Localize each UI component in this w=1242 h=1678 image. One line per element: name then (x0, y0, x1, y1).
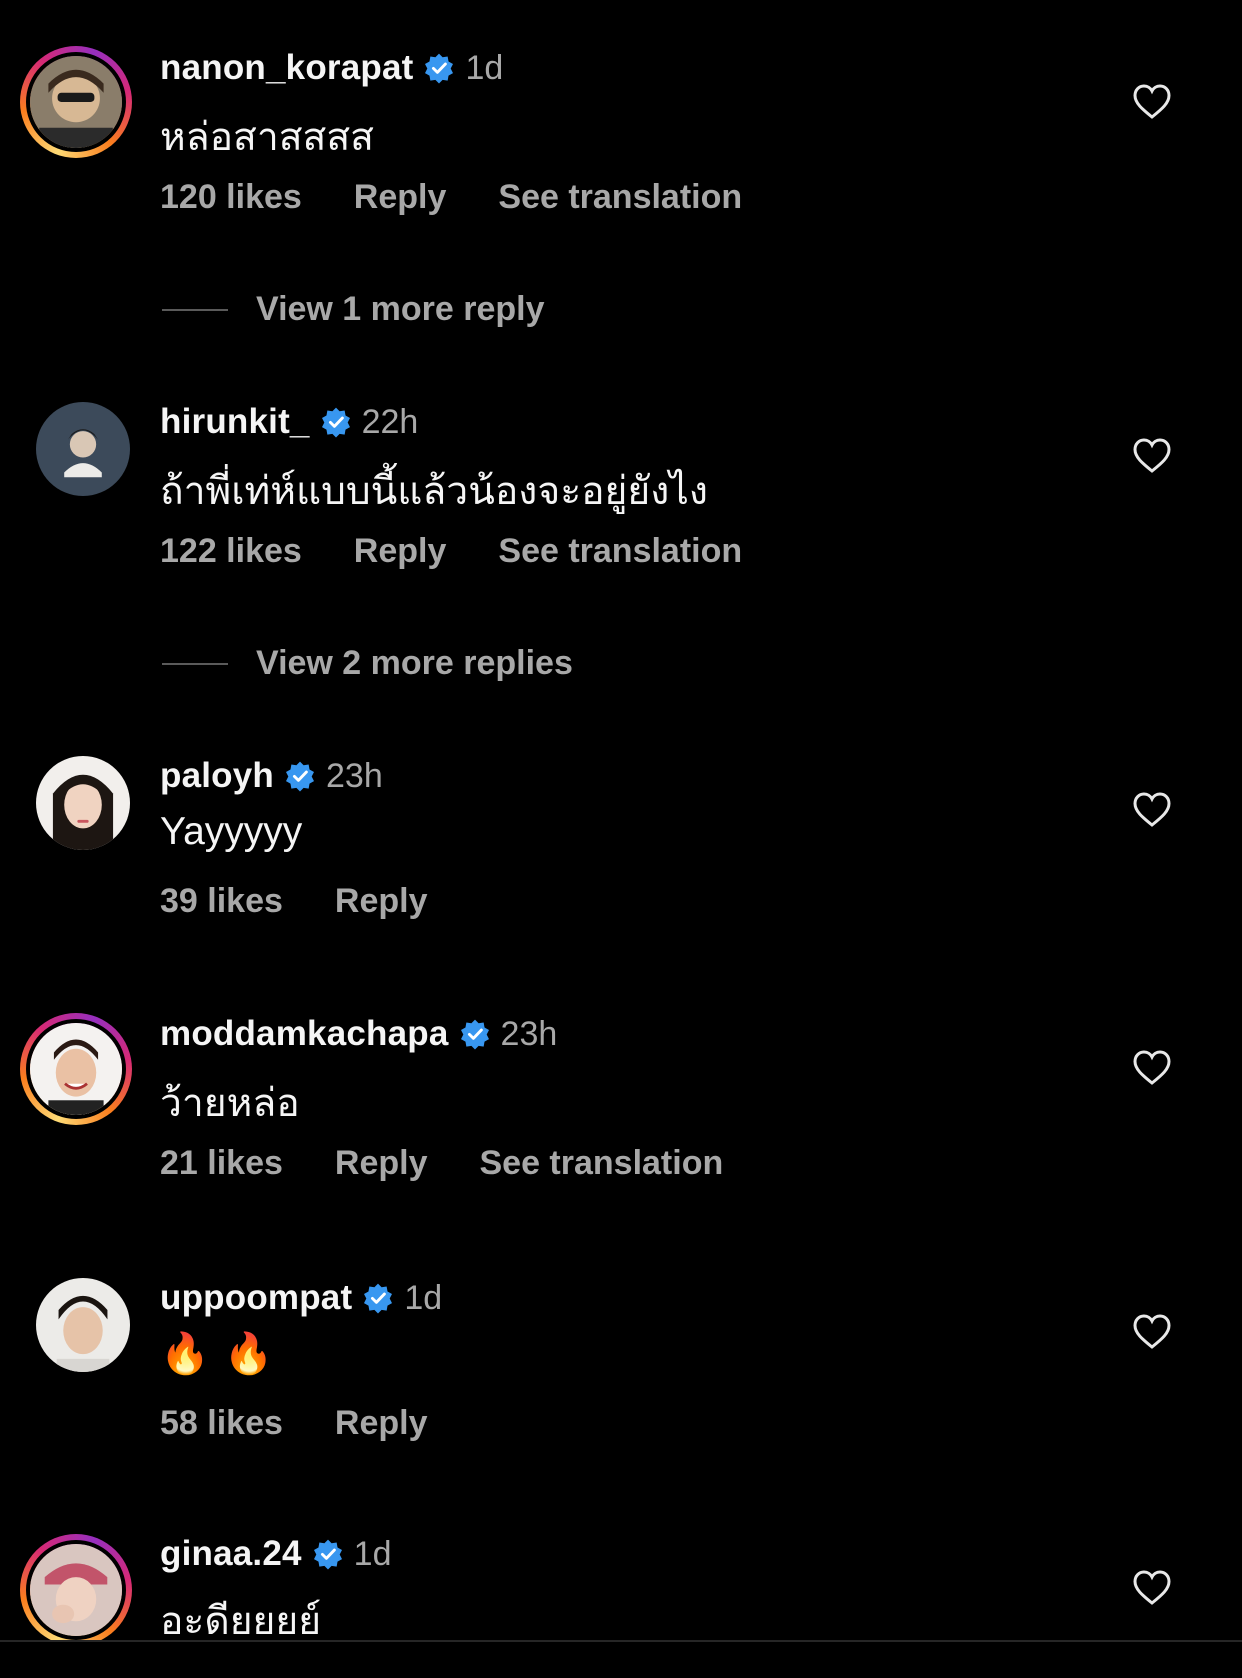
username[interactable]: moddamkachapa (160, 1014, 449, 1054)
divider-line (162, 662, 228, 665)
avatar-container[interactable] (20, 1262, 132, 1374)
verified-badge-icon (362, 1282, 394, 1314)
verified-badge-icon (320, 406, 352, 438)
verified-badge-icon (459, 1018, 491, 1050)
avatar (36, 402, 130, 496)
timestamp: 23h (326, 756, 383, 795)
divider-line (162, 308, 228, 311)
likes-count[interactable]: 21 likes (160, 1144, 283, 1183)
reply-button[interactable]: Reply (335, 1404, 428, 1443)
heart-icon[interactable] (1133, 792, 1171, 828)
avatar (36, 756, 130, 850)
avatar-story-ring[interactable] (20, 1534, 132, 1640)
avatar (26, 1540, 126, 1640)
likes-count[interactable]: 122 likes (160, 532, 302, 571)
view-more-replies[interactable]: View 1 more reply (162, 290, 545, 329)
heart-icon[interactable] (1133, 1570, 1171, 1606)
reply-button[interactable]: Reply (354, 532, 447, 571)
timestamp: 23h (500, 1014, 558, 1053)
view-more-replies-label[interactable]: View 2 more replies (256, 644, 573, 683)
avatar-container[interactable] (20, 386, 132, 498)
see-translation-button[interactable]: See translation (479, 1144, 723, 1183)
comment-text: ว้ายหล่อ (160, 1082, 300, 1125)
heart-icon[interactable] (1133, 1050, 1171, 1086)
username[interactable]: uppoompat (160, 1278, 352, 1318)
reply-button[interactable]: Reply (335, 1144, 428, 1183)
view-more-replies-label[interactable]: View 1 more reply (256, 290, 545, 329)
likes-count[interactable]: 58 likes (160, 1404, 283, 1443)
bottom-divider (0, 1640, 1242, 1642)
reply-button[interactable]: Reply (335, 882, 428, 921)
view-more-replies[interactable]: View 2 more replies (162, 644, 573, 683)
verified-badge-icon (312, 1538, 344, 1570)
avatar (36, 1278, 130, 1372)
comment-text: หล่อสาสสสส (160, 116, 374, 159)
verified-badge-icon (423, 52, 455, 84)
comment-text: 🔥🔥 (160, 1332, 288, 1376)
avatar-container[interactable] (20, 740, 132, 852)
heart-icon[interactable] (1133, 84, 1171, 120)
comment-text: ถ้าพี่เท่ห์แบบนี้แล้วน้องจะอยู่ยังไง (160, 470, 708, 513)
avatar-story-ring[interactable] (20, 1013, 132, 1125)
likes-count[interactable]: 120 likes (160, 178, 302, 217)
reply-button[interactable]: Reply (354, 178, 447, 217)
verified-badge-icon (284, 760, 316, 792)
comments-list: nanon_korapat 1d หล่อสาสสสส 120 likes Re… (0, 0, 1242, 1640)
comment-text: อะดียยยย์ (160, 1600, 322, 1640)
timestamp: 22h (361, 402, 419, 441)
comment-text: Yayyyyy (160, 810, 303, 853)
avatar (26, 1019, 126, 1119)
username[interactable]: nanon_korapat (160, 48, 413, 88)
username[interactable]: ginaa.24 (160, 1534, 302, 1574)
see-translation-button[interactable]: See translation (498, 178, 742, 217)
avatar (26, 52, 126, 152)
timestamp: 1d (404, 1278, 443, 1317)
username[interactable]: paloyh (160, 756, 274, 796)
heart-icon[interactable] (1133, 438, 1171, 474)
avatar-story-ring[interactable] (20, 46, 132, 158)
likes-count[interactable]: 39 likes (160, 882, 283, 921)
username[interactable]: hirunkit_ (160, 402, 310, 442)
timestamp: 1d (353, 1534, 392, 1573)
see-translation-button[interactable]: See translation (498, 532, 742, 571)
heart-icon[interactable] (1133, 1314, 1171, 1350)
timestamp: 1d (465, 48, 504, 87)
